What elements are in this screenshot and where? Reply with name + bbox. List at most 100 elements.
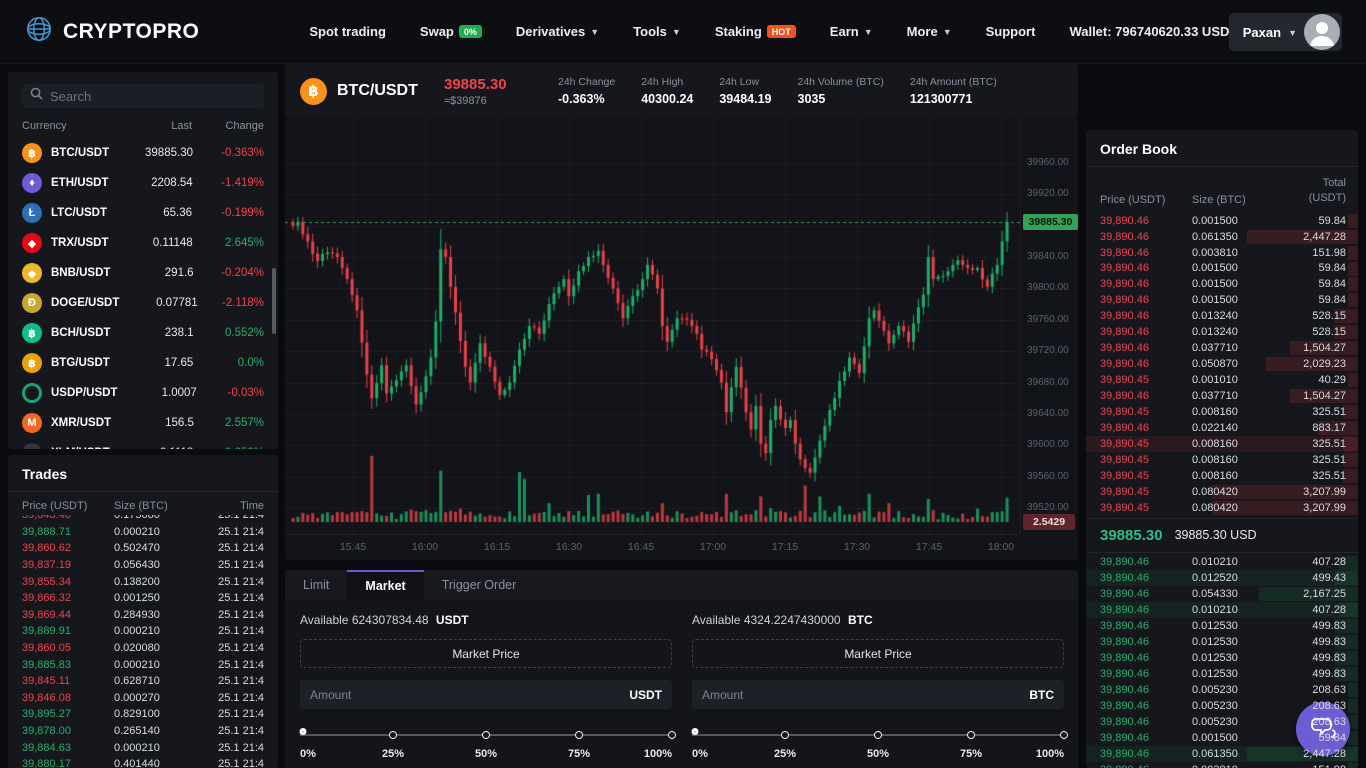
slider-dot[interactable] bbox=[575, 731, 583, 739]
user-menu[interactable]: Paxan ▼ bbox=[1229, 13, 1342, 51]
orderbook-bid-row[interactable]: 39,890.460.005230208.63 bbox=[1086, 714, 1358, 730]
buy-amount-box[interactable]: USDT bbox=[300, 680, 672, 709]
nav-item-swap[interactable]: Swap0% bbox=[420, 24, 482, 39]
orderbook-ask-row[interactable]: 39,890.450.00101040.29 bbox=[1086, 372, 1358, 388]
sell-amount-box[interactable]: BTC bbox=[692, 680, 1064, 709]
orderbook-mid: 39885.30 39885.30 USD bbox=[1086, 518, 1358, 553]
watchlist-row[interactable]: ฿BTG/USDT17.650.0% bbox=[8, 348, 278, 378]
orderbook-ask-row[interactable]: 39,890.450.0804203,207.99 bbox=[1086, 500, 1358, 516]
orderbook-ask-row[interactable]: 39,890.460.0377101,504.27 bbox=[1086, 388, 1358, 404]
slider-thumb[interactable] bbox=[692, 728, 699, 735]
sell-percent-slider[interactable] bbox=[692, 728, 1064, 742]
watchlist-row[interactable]: ฿BTC/USDT39885.30-0.363% bbox=[8, 138, 278, 168]
nav-item-wallet-796740620-33-usd[interactable]: Wallet: 796740620.33 USD bbox=[1069, 24, 1229, 39]
nav-item-more[interactable]: More▼ bbox=[907, 24, 952, 39]
slider-dot[interactable] bbox=[389, 731, 397, 739]
current-volume-badge: 2.5429 bbox=[1023, 514, 1075, 530]
pair-block[interactable]: ฿ BTC/USDT bbox=[300, 78, 430, 105]
slider-dot[interactable] bbox=[482, 731, 490, 739]
buy-market-price-button[interactable]: Market Price bbox=[300, 639, 672, 668]
orderbook-bid-row[interactable]: 39,890.460.012530499.83 bbox=[1086, 634, 1358, 650]
tab-limit[interactable]: Limit bbox=[285, 570, 347, 600]
trade-price: 39,843.46 bbox=[22, 515, 114, 521]
orderbook-bid-row[interactable]: 39,890.460.012520499.43 bbox=[1086, 570, 1358, 586]
orderbook-bid-row[interactable]: 39,890.460.005230208.63 bbox=[1086, 698, 1358, 714]
watchlist-row[interactable]: ◆BNB/USDT291.6-0.204% bbox=[8, 258, 278, 288]
orderbook-ask-row[interactable]: 39,890.450.008160325.51 bbox=[1086, 452, 1358, 468]
watchlist-row[interactable]: ŁLTC/USDT65.36-0.199% bbox=[8, 198, 278, 228]
orderbook-ask-row[interactable]: 39,890.450.008160325.51 bbox=[1086, 436, 1358, 452]
trade-price: 39,866.32 bbox=[22, 592, 114, 604]
buy-amount-input[interactable] bbox=[310, 688, 629, 702]
orderbook-ask-row[interactable]: 39,890.460.013240528.15 bbox=[1086, 324, 1358, 340]
watchlist-row[interactable]: ÐDOGE/USDT0.07781-2.118% bbox=[8, 288, 278, 318]
orderbook-bid-row[interactable]: 39,890.460.00150059.84 bbox=[1086, 730, 1358, 746]
orderbook-bid-row[interactable]: 39,890.460.0543302,167.25 bbox=[1086, 586, 1358, 602]
orderbook-bid-row[interactable]: 39,890.460.003810151.98 bbox=[1086, 762, 1358, 768]
slider-dot[interactable] bbox=[874, 731, 882, 739]
orderbook-bid-row[interactable]: 39,890.460.010210407.28 bbox=[1086, 555, 1358, 571]
candlestick-chart[interactable] bbox=[285, 118, 1020, 534]
trade-row: 39,843.460.17508025.1 21:4 bbox=[8, 515, 278, 524]
ob-price: 39,890.46 bbox=[1100, 620, 1192, 632]
nav-item-spot-trading[interactable]: Spot trading bbox=[309, 24, 386, 39]
search-input[interactable] bbox=[50, 89, 256, 104]
orderbook-ask-row[interactable]: 39,890.450.008160325.51 bbox=[1086, 468, 1358, 484]
orderbook-ask-row[interactable]: 39,890.460.00150059.84 bbox=[1086, 261, 1358, 277]
orderbook-ask-row[interactable]: 39,890.460.0508702,029.23 bbox=[1086, 356, 1358, 372]
nav-item-earn[interactable]: Earn▼ bbox=[830, 24, 873, 39]
brand-logo-icon bbox=[24, 14, 54, 49]
slider-dot[interactable] bbox=[1060, 731, 1068, 739]
orderbook-bid-row[interactable]: 39,890.460.012530499.83 bbox=[1086, 650, 1358, 666]
btc-icon: ฿ bbox=[22, 143, 42, 163]
ob-total: 407.28 bbox=[1286, 604, 1346, 616]
orderbook-ask-row[interactable]: 39,890.460.013240528.15 bbox=[1086, 308, 1358, 324]
orderbook-ask-row[interactable]: 39,890.460.00150059.84 bbox=[1086, 213, 1358, 229]
watchlist-row[interactable]: ฿BCH/USDT238.10.552% bbox=[8, 318, 278, 348]
chart-area[interactable]: 39960.0039920.0039880.0039840.0039800.00… bbox=[285, 118, 1078, 560]
ob-price: 39,890.46 bbox=[1100, 668, 1192, 680]
nav-item-derivatives[interactable]: Derivatives▼ bbox=[516, 24, 599, 39]
orderbook-ask-row[interactable]: 39,890.460.0613502,447.28 bbox=[1086, 229, 1358, 245]
search-box[interactable] bbox=[22, 84, 264, 108]
slider-dot[interactable] bbox=[967, 731, 975, 739]
tab-market[interactable]: Market bbox=[347, 570, 423, 600]
orderbook-ask-row[interactable]: 39,890.450.008160325.51 bbox=[1086, 404, 1358, 420]
ob-total: 407.28 bbox=[1286, 556, 1346, 568]
trade-time: 25.1 21:4 bbox=[218, 592, 264, 604]
nav-item-support[interactable]: Support bbox=[986, 24, 1036, 39]
nav-item-tools[interactable]: Tools▼ bbox=[633, 24, 681, 39]
trades-rows: 39,843.460.17508025.1 21:439,888.710.000… bbox=[8, 515, 278, 768]
orderbook-bid-row[interactable]: 39,890.460.012530499.83 bbox=[1086, 666, 1358, 682]
orderbook-ask-row[interactable]: 39,890.460.00150059.84 bbox=[1086, 292, 1358, 308]
mid-price: 39885.30 bbox=[1100, 527, 1163, 544]
orderbook-bid-row[interactable]: 39,890.460.005230208.63 bbox=[1086, 682, 1358, 698]
orderbook-bid-row[interactable]: 39,890.460.0613502,447.28 bbox=[1086, 746, 1358, 762]
orderbook-bid-row[interactable]: 39,890.460.012530499.83 bbox=[1086, 618, 1358, 634]
ob-total: 325.51 bbox=[1286, 454, 1346, 466]
orderbook-ask-row[interactable]: 39,890.450.0804203,207.99 bbox=[1086, 484, 1358, 500]
time-axis[interactable]: 15:4516:0016:1516:3016:4517:0017:1517:30… bbox=[285, 534, 1020, 560]
slider-thumb[interactable] bbox=[300, 728, 307, 735]
orderbook-ask-row[interactable]: 39,890.460.0377101,504.27 bbox=[1086, 340, 1358, 356]
tab-trigger-order[interactable]: Trigger Order bbox=[424, 570, 535, 600]
orderbook-ask-row[interactable]: 39,890.460.022140883.17 bbox=[1086, 420, 1358, 436]
slider-dot[interactable] bbox=[668, 731, 676, 739]
brand[interactable]: CRYPTOPRO bbox=[24, 14, 199, 49]
watchlist-row[interactable]: ◆TRX/USDT0.111482.645% bbox=[8, 228, 278, 258]
ob-size: 0.005230 bbox=[1192, 684, 1286, 696]
buy-percent-slider[interactable] bbox=[300, 728, 672, 742]
orderbook-ask-row[interactable]: 39,890.460.00150059.84 bbox=[1086, 276, 1358, 292]
watchlist-row[interactable]: ✦XLM/USDT0.11180.250% bbox=[8, 438, 278, 449]
watchlist-row[interactable]: USDP/USDT1.0007-0.03% bbox=[8, 378, 278, 408]
orderbook-bid-row[interactable]: 39,890.460.010210407.28 bbox=[1086, 602, 1358, 618]
watchlist-scrollbar[interactable] bbox=[272, 268, 276, 334]
nav-item-staking[interactable]: StakingHOT bbox=[715, 24, 796, 39]
sell-market-price-button[interactable]: Market Price bbox=[692, 639, 1064, 668]
slider-dot[interactable] bbox=[781, 731, 789, 739]
watchlist-row[interactable]: ♦ETH/USDT2208.54-1.419% bbox=[8, 168, 278, 198]
orderbook-ask-row[interactable]: 39,890.460.003810151.98 bbox=[1086, 245, 1358, 261]
price-axis[interactable]: 39960.0039920.0039880.0039840.0039800.00… bbox=[1020, 118, 1078, 534]
sell-amount-input[interactable] bbox=[702, 688, 1029, 702]
watchlist-row[interactable]: MXMR/USDT156.52.557% bbox=[8, 408, 278, 438]
